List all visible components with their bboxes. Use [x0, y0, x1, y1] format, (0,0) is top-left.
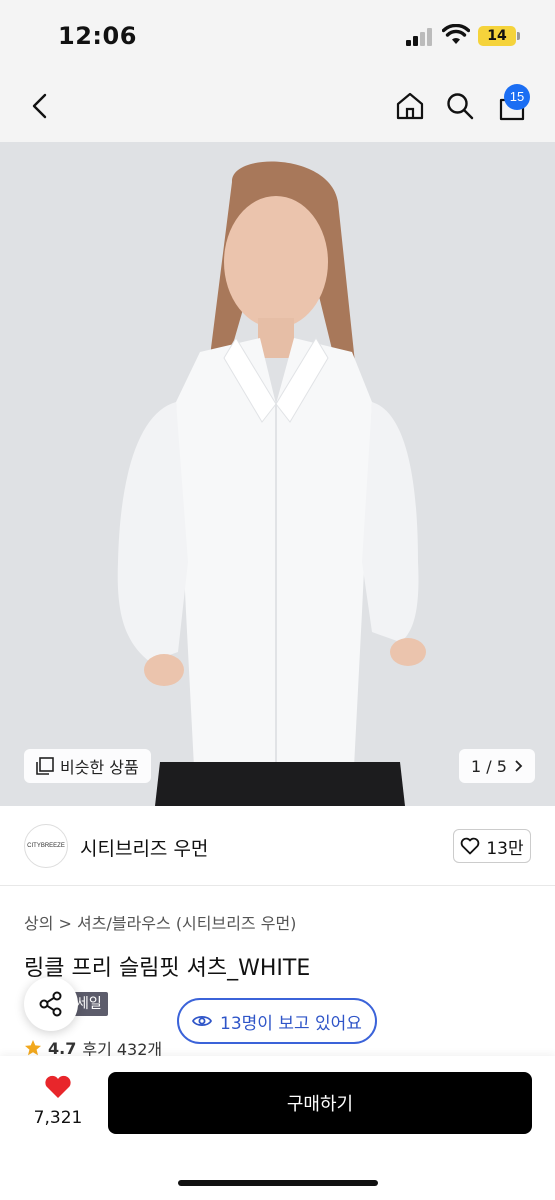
rating-value: 4.7 — [48, 1038, 77, 1058]
wishlist-button[interactable]: 7,321 — [30, 1074, 86, 1128]
model-photo — [0, 142, 555, 806]
share-button[interactable] — [24, 977, 78, 1031]
cellular-signal-icon — [406, 28, 434, 46]
wifi-icon — [442, 24, 470, 44]
brand-like-button[interactable]: 13만 — [453, 829, 531, 863]
eye-icon — [192, 1015, 213, 1027]
viewers-text: 13명이 보고 있어요 — [220, 1013, 362, 1034]
similar-products-label: 비슷한 상품 — [60, 758, 139, 777]
review-count: 후기 432개 — [82, 1040, 163, 1058]
brand-logo: CITYBREEZE — [24, 824, 68, 868]
back-button[interactable] — [20, 86, 60, 126]
home-icon — [396, 92, 424, 120]
home-button[interactable] — [390, 86, 430, 126]
wishlist-count: 7,321 — [33, 1108, 83, 1128]
breadcrumb[interactable]: 상의 > 셔츠/블라우스 (시티브리즈 우먼) — [24, 910, 296, 934]
chevron-right-icon — [515, 760, 523, 772]
brand-row[interactable]: CITYBREEZE 시티브리즈 우먼 13만 — [0, 806, 555, 886]
battery-indicator: 14 — [478, 26, 516, 46]
viewers-indicator: 13명이 보고 있어요 — [177, 998, 377, 1044]
chevron-left-icon — [32, 93, 47, 119]
status-bar: 12:06 14 — [0, 0, 555, 70]
search-icon — [447, 93, 474, 120]
product-title: 링클 프리 슬림핏 셔츠_WHITE — [24, 956, 311, 981]
heart-outline-icon — [461, 837, 480, 855]
share-icon — [39, 991, 62, 1017]
similar-products-button[interactable]: 비슷한 상품 — [24, 749, 151, 783]
rating-row[interactable]: 4.7 후기 432개 — [24, 1038, 162, 1058]
home-indicator — [178, 1180, 378, 1186]
similar-items-icon — [36, 757, 54, 775]
status-time: 12:06 — [58, 22, 137, 50]
nav-bar — [0, 70, 555, 142]
bottom-action-bar: 7,321 구매하기 — [0, 1056, 555, 1200]
brand-name[interactable]: 시티브리즈 우먼 — [80, 834, 208, 861]
image-pager-text: 1 / 5 — [471, 756, 507, 776]
brand-like-count: 13만 — [486, 838, 524, 859]
cart-count-badge: 15 — [504, 84, 530, 110]
buy-button[interactable]: 구매하기 — [108, 1072, 532, 1134]
image-pager[interactable]: 1 / 5 — [459, 749, 535, 783]
product-image[interactable]: 비슷한 상품 1 / 5 — [0, 142, 555, 806]
battery-tip — [517, 32, 520, 40]
search-button[interactable] — [440, 86, 480, 126]
star-icon — [25, 1040, 41, 1056]
heart-filled-icon — [45, 1075, 71, 1098]
